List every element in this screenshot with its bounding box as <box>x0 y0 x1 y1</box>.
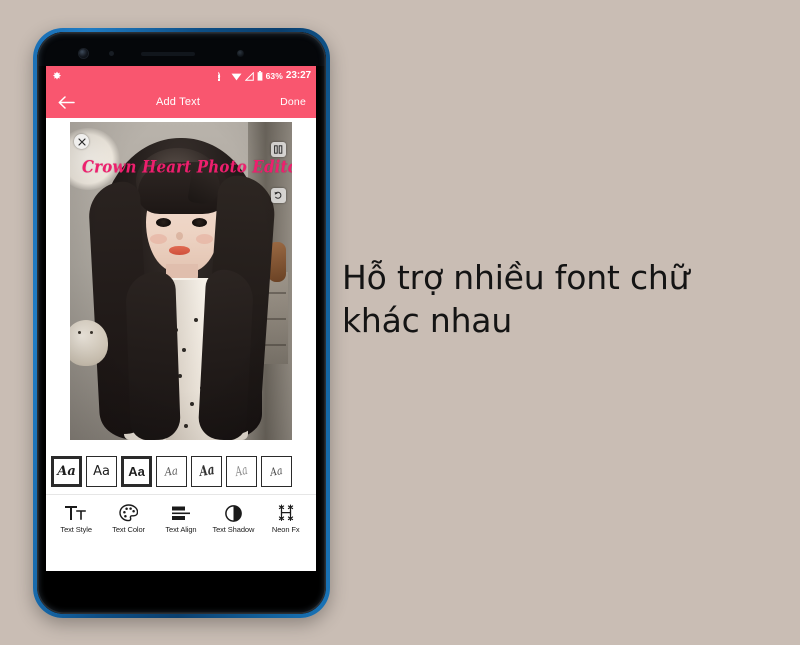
font-tile-6[interactable]: Aa <box>226 455 257 487</box>
font-sample-3: Aa <box>128 463 145 479</box>
front-camera-icon <box>79 49 88 58</box>
wifi-icon <box>231 73 242 80</box>
battery-icon <box>257 71 263 81</box>
font-sample-4: Aa <box>164 463 179 479</box>
status-bar-left <box>52 71 218 81</box>
status-bar-clock: 23:27 <box>285 70 311 81</box>
phone-top-bezel <box>37 32 326 66</box>
portrait-blush <box>196 234 213 244</box>
font-sample-1: Aa <box>57 463 76 479</box>
signal-icon <box>244 71 254 81</box>
status-bar: 63% 23:27 <box>46 66 316 86</box>
phone-screen: 63% 23:27 Add Text Done Crown Heart Phot… <box>46 66 316 571</box>
tool-neon-fx[interactable]: Neon Fx <box>261 504 311 534</box>
done-button[interactable]: Done <box>280 96 306 108</box>
font-sample-6: Aa <box>234 462 249 480</box>
photo-canvas-area: Crown Heart Photo Editor <box>46 118 316 448</box>
font-sample-5: Aa <box>197 462 216 480</box>
font-tile-4[interactable]: Aa <box>156 455 187 487</box>
blouse-dot <box>184 424 188 428</box>
text-style-icon <box>65 504 87 523</box>
text-align-icon <box>171 504 191 523</box>
promo-caption: Hỗ trợ nhiều font chữ khác nhau <box>342 258 690 340</box>
font-sample-7: Aa <box>269 463 284 479</box>
tool-label-text-shadow: Text Shadow <box>212 524 255 534</box>
font-tile-3[interactable]: Aa <box>121 455 152 487</box>
overlay-text[interactable]: Crown Heart Photo Editor <box>82 157 292 177</box>
battery-percent-label: 63% <box>265 70 283 81</box>
back-arrow-icon <box>58 95 75 109</box>
earpiece-speaker <box>141 52 195 56</box>
app-bar-title: Add Text <box>155 96 201 108</box>
font-tile-1[interactable]: Aa <box>51 455 82 487</box>
back-button[interactable] <box>56 92 76 112</box>
status-bar-right: 63% 23:27 <box>217 70 311 81</box>
font-tile-2[interactable]: Aa <box>86 455 117 487</box>
neon-sparkle-icon <box>276 504 296 523</box>
font-style-strip[interactable]: Aa Aa Aa Aa Aa Aa Aa <box>46 448 316 494</box>
color-palette-icon <box>119 504 139 523</box>
portrait-nose <box>176 232 183 240</box>
plush-eye <box>90 331 93 334</box>
tool-text-style[interactable]: Text Style <box>51 504 101 534</box>
blouse-dot <box>190 402 194 406</box>
plush-eye <box>78 331 81 334</box>
phone-bottom-chin <box>46 571 316 613</box>
close-icon <box>77 137 86 146</box>
tool-label-text-align: Text Align <box>165 524 197 534</box>
portrait-eye <box>192 218 207 227</box>
edit-text-icon <box>274 145 283 154</box>
tool-text-shadow[interactable]: Text Shadow <box>208 504 258 534</box>
phone-device-mockup: 63% 23:27 Add Text Done Crown Heart Phot… <box>33 28 330 618</box>
photo-plush-toy <box>70 320 108 366</box>
app-notification-icon <box>53 71 61 80</box>
overlay-resize-handle[interactable] <box>271 188 286 203</box>
tool-label-text-style: Text Style <box>60 524 92 534</box>
resize-rotate-icon <box>274 191 282 199</box>
tool-text-color[interactable]: Text Color <box>104 504 154 534</box>
tool-label-text-color: Text Color <box>112 524 145 534</box>
font-tile-7[interactable]: Aa <box>261 455 292 487</box>
blouse-dot <box>194 318 198 322</box>
text-tools-toolbar: Text Style Text Color Text Align Text Sh… <box>46 494 316 544</box>
overlay-edit-handle[interactable] <box>271 142 286 157</box>
font-sample-2: Aa <box>93 463 110 479</box>
shadow-contrast-icon <box>225 504 242 523</box>
font-tile-5[interactable]: Aa <box>191 455 222 487</box>
edited-photo[interactable]: Crown Heart Photo Editor <box>70 122 292 440</box>
portrait-hair-front-left <box>125 271 181 440</box>
text-overlay-selection-box[interactable]: Crown Heart Photo Editor <box>74 134 292 203</box>
tool-text-align[interactable]: Text Align <box>156 504 206 534</box>
blouse-dot <box>182 348 186 352</box>
portrait-blush <box>150 234 167 244</box>
portrait-hair-front-right <box>197 268 255 440</box>
portrait-eye <box>156 218 171 227</box>
tool-label-neon-fx: Neon Fx <box>271 524 300 534</box>
screenshot-stage: 63% 23:27 Add Text Done Crown Heart Phot… <box>0 0 800 645</box>
app-bar: Add Text Done <box>46 86 316 118</box>
screen-cast-icon <box>217 71 220 81</box>
portrait-lips <box>169 246 190 255</box>
proximity-sensor-icon <box>109 51 114 56</box>
phone-body: 63% 23:27 Add Text Done Crown Heart Phot… <box>37 32 326 614</box>
overlay-close-handle[interactable] <box>74 134 89 149</box>
front-flash-icon <box>237 50 244 57</box>
